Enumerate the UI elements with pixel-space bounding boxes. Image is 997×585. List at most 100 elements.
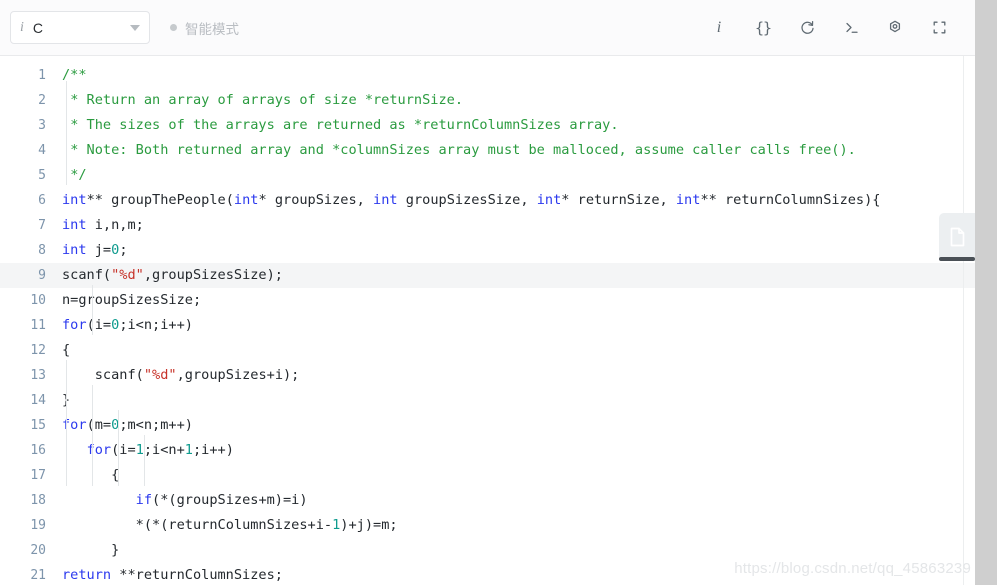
token-num: 1 <box>184 442 193 458</box>
line-number: 5 <box>38 168 46 183</box>
line-number: 21 <box>30 568 46 583</box>
token-kw: for <box>86 442 112 458</box>
token-pln: scanf( <box>62 367 144 383</box>
code-line[interactable]: 9 scanf("%d",groupSizesSize); <box>0 263 975 288</box>
line-number: 1 <box>38 68 46 83</box>
code-line[interactable]: 1 /** <box>0 63 975 88</box>
line-number: 6 <box>38 193 46 208</box>
code-text: * Return an array of arrays of size *ret… <box>62 88 975 113</box>
token-kw: int <box>62 192 87 208</box>
code-line[interactable]: 18 if(*(groupSizes+m)=i) <box>0 488 975 513</box>
code-line[interactable]: 11 for(i=0;i<n;i++) <box>0 313 975 338</box>
fullscreen-button[interactable] <box>917 10 961 46</box>
code-line[interactable]: 7 int i,n,m; <box>0 213 975 238</box>
token-kw: for <box>62 417 87 433</box>
code-line[interactable]: 8 int j=0; <box>0 238 975 263</box>
watermark: https://blog.csdn.net/qq_45863239 <box>734 560 971 577</box>
page-scrollbar[interactable] <box>975 0 997 585</box>
token-pln: ;i++) <box>192 442 234 458</box>
code-line[interactable]: 16 for(i=1;i<n+1;i++) <box>0 438 975 463</box>
line-number: 9 <box>38 268 46 283</box>
chevron-down-icon <box>130 24 140 31</box>
code-text: * The sizes of the arrays are returned a… <box>62 113 975 138</box>
token-pln <box>62 442 87 458</box>
line-number: 14 <box>30 393 46 408</box>
reset-button[interactable] <box>785 10 829 46</box>
line-number: 4 <box>38 143 46 158</box>
line-number: 8 <box>38 243 46 258</box>
code-line[interactable]: 19 *(*(returnColumnSizes+i-1)+j)=m; <box>0 513 975 538</box>
console-button[interactable] <box>829 10 873 46</box>
token-kw: for <box>62 317 87 333</box>
mode-indicator[interactable]: 智能模式 <box>170 18 239 38</box>
token-pln: **returnColumnSizes; <box>111 567 283 583</box>
token-kw: int <box>62 242 87 258</box>
token-pln: )+j)=m; <box>340 517 398 533</box>
code-line[interactable]: 5 */ <box>0 163 975 188</box>
token-pln: j= <box>86 242 112 258</box>
code-text: * Note: Both returned array and *columnS… <box>62 138 975 163</box>
side-panel-handle[interactable] <box>939 213 975 261</box>
terminal-icon <box>845 22 858 33</box>
language-select[interactable]: i C <box>10 11 150 44</box>
token-pln: * returnSize, <box>561 192 676 208</box>
code-text: int j=0; <box>62 238 975 263</box>
token-kw: return <box>62 567 112 583</box>
code-line[interactable]: 15 for(m=0;m<n;m++) <box>0 413 975 438</box>
code-text: n=groupSizesSize; <box>62 288 975 313</box>
code-line[interactable]: 6 int** groupThePeople(int* groupSizes, i… <box>0 188 975 213</box>
token-kw: if <box>135 492 153 508</box>
fullscreen-icon <box>933 21 945 34</box>
code-line[interactable]: 10 n=groupSizesSize; <box>0 288 975 313</box>
token-pln: ;i<n;i++) <box>119 317 193 333</box>
format-code-button[interactable]: {} <box>741 10 785 46</box>
token-com: * Note: Both returned array and *columnS… <box>62 142 856 158</box>
code-text: { <box>62 338 975 363</box>
line-number: 10 <box>30 293 46 308</box>
code-text: if(*(groupSizes+m)=i) <box>62 488 975 513</box>
code-text: int i,n,m; <box>62 213 975 238</box>
code-line[interactable]: 3 * The sizes of the arrays are returned… <box>0 113 975 138</box>
line-number: 2 <box>38 93 46 108</box>
token-str: "%d" <box>111 267 144 283</box>
code-line[interactable]: 4 * Note: Both returned array and *colum… <box>0 138 975 163</box>
token-pln: (i= <box>111 442 136 458</box>
line-number: 15 <box>30 418 46 433</box>
token-com: /** <box>62 67 87 83</box>
code-line[interactable]: 13 scanf("%d",groupSizes+i); <box>0 363 975 388</box>
code-editor-app: i C 智能模式 i {} 1 /** 2 * Return an array … <box>0 0 997 585</box>
token-pln: * groupSizes, <box>258 192 374 208</box>
info-italic-icon: i <box>20 19 24 35</box>
token-pln: (i= <box>86 317 112 333</box>
code-line[interactable]: 14} <box>0 388 975 413</box>
token-pln: ;m<n;m++) <box>119 417 193 433</box>
token-pln: *(*(returnColumnSizes+i- <box>62 517 333 533</box>
token-pln: ; <box>119 242 128 258</box>
code-line[interactable]: 12 { <box>0 338 975 363</box>
mode-label: 智能模式 <box>185 21 239 38</box>
token-num: 1 <box>135 442 144 458</box>
line-number: 12 <box>30 343 46 358</box>
format-braces-icon: {} <box>754 18 772 37</box>
code-text: for(i=0;i<n;i++) <box>62 313 975 338</box>
code-editor[interactable]: 1 /** 2 * Return an array of arrays of siz… <box>0 56 975 585</box>
code-text: { <box>62 463 975 488</box>
token-pln: } <box>62 542 120 558</box>
code-text: */ <box>62 163 975 188</box>
info-button[interactable]: i <box>697 10 741 46</box>
editor-scrollbar-thumb[interactable] <box>939 257 975 261</box>
settings-button[interactable] <box>873 10 917 46</box>
token-str: "%d" <box>143 367 177 383</box>
token-pln: { <box>62 342 71 358</box>
token-kw: int <box>233 192 259 208</box>
token-pln: n=groupSizesSize; <box>62 292 202 308</box>
line-number: 3 <box>38 118 46 133</box>
reset-undo-icon <box>800 20 814 34</box>
token-pln: ;i<n+ <box>143 442 185 458</box>
token-pln: ** returnColumnSizes){ <box>700 192 881 208</box>
settings-gear-icon <box>889 20 901 32</box>
code-line[interactable]: 17 { <box>0 463 975 488</box>
status-dot-icon <box>170 24 177 31</box>
code-line[interactable]: 2 * Return an array of arrays of size *r… <box>0 88 975 113</box>
code-text: *(*(returnColumnSizes+i-1)+j)=m; <box>62 513 975 538</box>
